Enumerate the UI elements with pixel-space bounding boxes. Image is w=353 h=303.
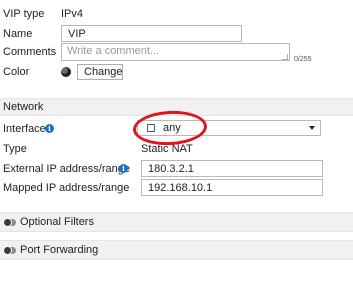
port-forwarding-toggle-icon[interactable]: [3, 246, 16, 255]
optional-filters-toggle-icon[interactable]: [3, 218, 16, 227]
type-value: Static NAT: [141, 143, 193, 155]
name-label: Name: [3, 28, 33, 40]
change-color-button[interactable]: Change: [77, 64, 123, 80]
optional-filters-row: Optional Filters: [0, 212, 353, 232]
external-ip-label: External IP address/range: [3, 163, 130, 175]
vip-type-value: IPv4: [61, 8, 84, 20]
comments-label: Comments: [3, 46, 57, 58]
interface-label: Interface: [3, 123, 46, 135]
name-field[interactable]: [61, 25, 242, 42]
external-ip-field[interactable]: [141, 160, 323, 177]
network-section-title: Network: [3, 101, 44, 113]
port-forwarding-row: Port Forwarding: [0, 240, 353, 260]
color-palette-icon: [61, 67, 71, 77]
external-ip-info-icon[interactable]: i: [119, 164, 128, 173]
interface-info-icon[interactable]: i: [45, 124, 54, 133]
optional-filters-label: Optional Filters: [20, 216, 94, 228]
mapped-ip-field[interactable]: [141, 179, 323, 196]
resize-grip-icon[interactable]: [282, 54, 288, 60]
type-label: Type: [3, 143, 27, 155]
port-forwarding-label: Port Forwarding: [20, 244, 99, 256]
interface-select[interactable]: any: [137, 120, 321, 136]
vip-type-label: VIP type: [3, 8, 45, 20]
comments-field[interactable]: [61, 43, 290, 61]
network-section-header: Network: [0, 98, 353, 116]
interface-selected-value: any: [163, 122, 181, 134]
interface-checkbox[interactable]: [147, 124, 155, 132]
color-label: Color: [3, 66, 30, 78]
comments-counter: 0/255: [294, 56, 312, 63]
chevron-down-icon[interactable]: [309, 126, 315, 130]
mapped-ip-label: Mapped IP address/range: [3, 182, 130, 194]
